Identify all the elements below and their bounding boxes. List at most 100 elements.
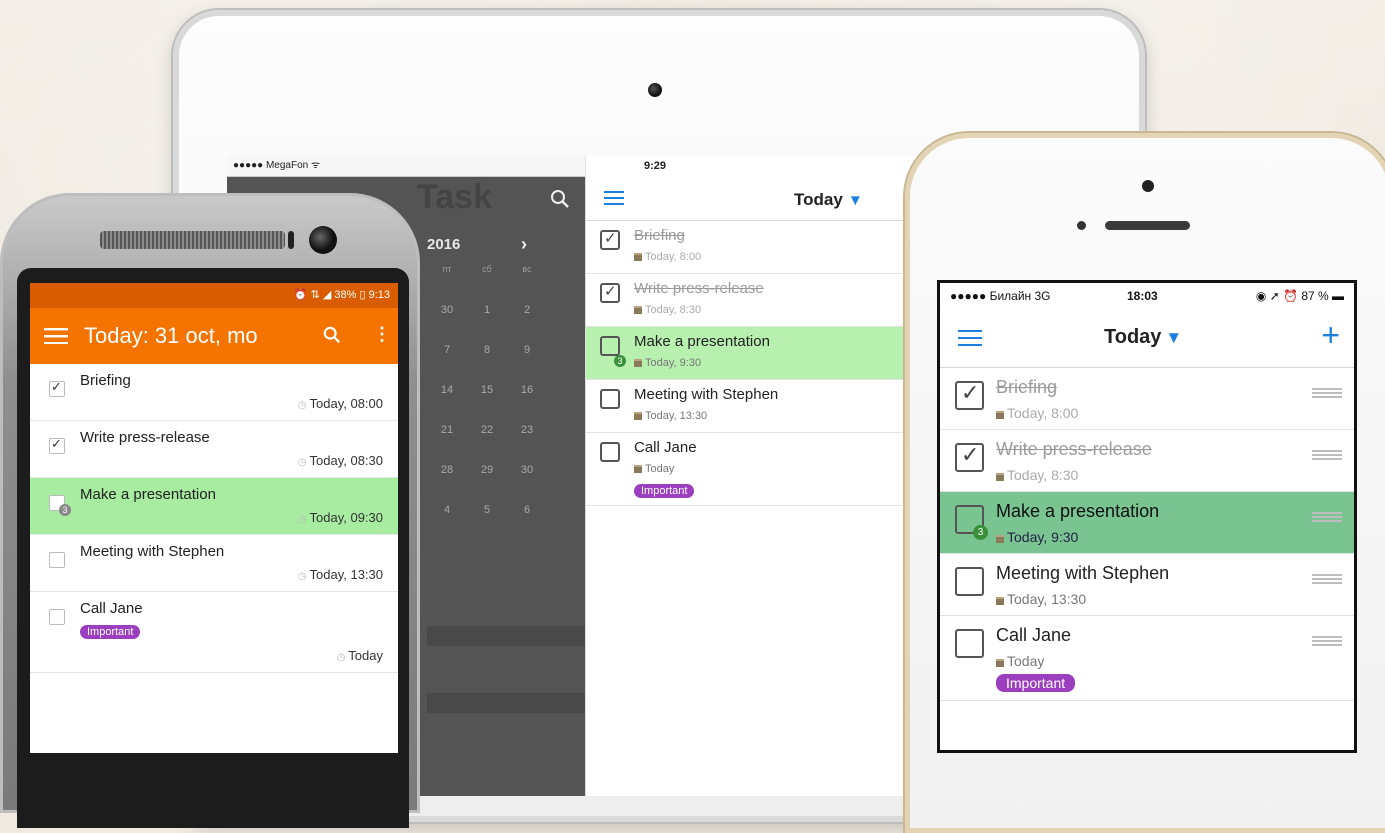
task-title: Make a presentation: [634, 333, 770, 350]
dropdown-arrow-icon: ▼: [1165, 328, 1183, 347]
date-filter[interactable]: Today ▼: [1104, 326, 1182, 349]
reorder-handle-icon[interactable]: [1312, 636, 1342, 646]
subtask-count-badge: 3: [614, 355, 626, 367]
ipad-status-bar: ●●●●● MegaFon ᯤ: [227, 156, 585, 177]
search-icon[interactable]: [550, 189, 570, 214]
checkmark-icon: ✓: [961, 442, 980, 467]
android-screen: ⏰ ⇅ ◢ 38% ▯ 9:13 Today: 31 oct, mo ⋮ ✓ B…: [30, 283, 398, 753]
calendar-grid: пт сб вс 30 1 2 789 14 15 16 21 22 23 28 29 30 4…: [427, 264, 547, 544]
task-checkbox[interactable]: ✓: [955, 380, 984, 410]
reorder-handle-icon[interactable]: [1312, 512, 1342, 522]
task-title: Call Jane: [996, 625, 1072, 645]
app-bar-title[interactable]: Today: 31 oct, mo: [84, 323, 258, 349]
calendar-icon: [996, 597, 1004, 605]
iphone-screen: ●●●●● Билайн 3G 18:03 ◉ ➚ ⏰ 87 % ▬ Today…: [937, 280, 1357, 753]
weekday-header: пт: [442, 264, 452, 274]
task-row[interactable]: Meeting with Stephen Today, 13:30: [940, 554, 1354, 616]
important-tag: Important: [634, 484, 695, 498]
calendar-icon: [996, 535, 1004, 543]
calendar-day[interactable]: 28: [427, 464, 467, 476]
calendar-day[interactable]: 30: [507, 464, 547, 476]
task-checkbox[interactable]: [600, 336, 620, 356]
calendar-icon: [634, 306, 642, 314]
calendar-day[interactable]: 7: [427, 344, 467, 356]
task-title: Call Jane: [80, 600, 143, 617]
task-row[interactable]: Meeting with Stephen ◷ Today, 13:30: [30, 535, 398, 592]
calendar-day[interactable]: 14: [427, 384, 467, 396]
task-checkbox[interactable]: ✓: [49, 436, 65, 454]
task-row[interactable]: 3 Make a presentation Today, 9:30: [940, 492, 1354, 554]
task-row[interactable]: 3 Make a presentation ◷ Today, 09:30: [30, 478, 398, 535]
task-checkbox[interactable]: [600, 389, 620, 409]
task-title: Briefing: [634, 227, 685, 244]
calendar-icon: [996, 411, 1004, 419]
calendar-icon: [634, 465, 642, 473]
task-time: Today, 8:30: [996, 467, 1078, 483]
task-title: Meeting with Stephen: [80, 543, 225, 560]
task-checkbox[interactable]: [49, 552, 65, 568]
calendar-day[interactable]: 5: [467, 504, 507, 516]
calendar-day[interactable]: 21: [427, 424, 467, 436]
important-tag: Important: [996, 674, 1076, 692]
menu-icon[interactable]: [44, 328, 68, 349]
calendar-year: 2016: [427, 236, 461, 253]
task-checkbox[interactable]: ✓: [955, 442, 984, 472]
calendar-day[interactable]: 29: [467, 464, 507, 476]
sensor: [1077, 221, 1086, 230]
iphone-status-bar: ●●●●● Билайн 3G 18:03 ◉ ➚ ⏰ 87 % ▬: [940, 283, 1354, 309]
task-time: ◷ Today, 08:00: [297, 396, 383, 411]
task-row[interactable]: ✓ Briefing ◷ Today, 08:00: [30, 364, 398, 421]
calendar-day[interactable]: 1: [467, 304, 507, 316]
calendar-day[interactable]: 2: [507, 304, 547, 316]
calendar-icon: [996, 659, 1004, 667]
calendar-day[interactable]: 15: [467, 384, 507, 396]
task-time: ◷ Today, 09:30: [297, 510, 383, 525]
task-checkbox[interactable]: [49, 609, 65, 625]
subtask-count-badge: 3: [973, 525, 988, 540]
clock: 18:03: [1127, 289, 1158, 303]
task-time: Today, 8:00: [996, 405, 1078, 421]
more-options-icon[interactable]: ⋮: [373, 324, 391, 345]
calendar-day[interactable]: 16: [507, 384, 547, 396]
task-checkbox[interactable]: ✓: [49, 379, 65, 397]
task-checkbox[interactable]: [955, 567, 984, 596]
task-checkbox[interactable]: [955, 629, 984, 658]
menu-icon[interactable]: [604, 191, 624, 210]
reorder-handle-icon[interactable]: [1312, 574, 1342, 584]
calendar-day[interactable]: 9: [507, 344, 547, 356]
task-time: Today, 9:30: [996, 529, 1078, 545]
task-checkbox[interactable]: ✓: [600, 230, 620, 250]
task-row[interactable]: Call Jane Today Important: [940, 616, 1354, 701]
task-checkbox[interactable]: ✓: [600, 283, 620, 303]
task-title: Meeting with Stephen: [996, 563, 1170, 583]
calendar-day[interactable]: 22: [467, 424, 507, 436]
task-title: Make a presentation: [80, 486, 216, 503]
search-icon[interactable]: [323, 326, 341, 349]
next-month-arrow-icon[interactable]: ›: [521, 234, 527, 255]
weekday-header: сб: [482, 264, 492, 274]
task-time: ◷ Today, 08:30: [297, 453, 383, 468]
task-time: Today, 13:30: [634, 410, 707, 422]
calendar-day[interactable]: 8: [467, 344, 507, 356]
checkmark-icon: ✓: [604, 230, 617, 247]
task-time: Today, 8:00: [634, 251, 701, 263]
reorder-handle-icon[interactable]: [1312, 388, 1342, 398]
checkmark-icon: ✓: [51, 436, 62, 451]
reorder-handle-icon[interactable]: [1312, 450, 1342, 460]
task-row[interactable]: ✓ Briefing Today, 8:00: [940, 368, 1354, 430]
calendar-day[interactable]: 23: [507, 424, 547, 436]
calendar-day[interactable]: 30: [427, 304, 467, 316]
sidebar-title: Task: [417, 178, 492, 216]
task-row[interactable]: ✓ Write press-release ◷ Today, 08:30: [30, 421, 398, 478]
task-checkbox[interactable]: [600, 442, 620, 462]
task-row[interactable]: ✓ Write press-release Today, 8:30: [940, 430, 1354, 492]
calendar-day[interactable]: 6: [507, 504, 547, 516]
task-time: Today, 9:30: [634, 357, 701, 369]
calendar-day[interactable]: 4: [427, 504, 467, 516]
task-title: Briefing: [996, 377, 1058, 397]
add-task-button[interactable]: +: [1321, 317, 1340, 354]
task-row[interactable]: Call Jane Important ◷ Today: [30, 592, 398, 673]
android-app-bar: Today: 31 oct, mo ⋮: [30, 308, 398, 364]
date-filter[interactable]: Today ▼: [794, 190, 863, 210]
menu-icon[interactable]: [958, 330, 982, 351]
